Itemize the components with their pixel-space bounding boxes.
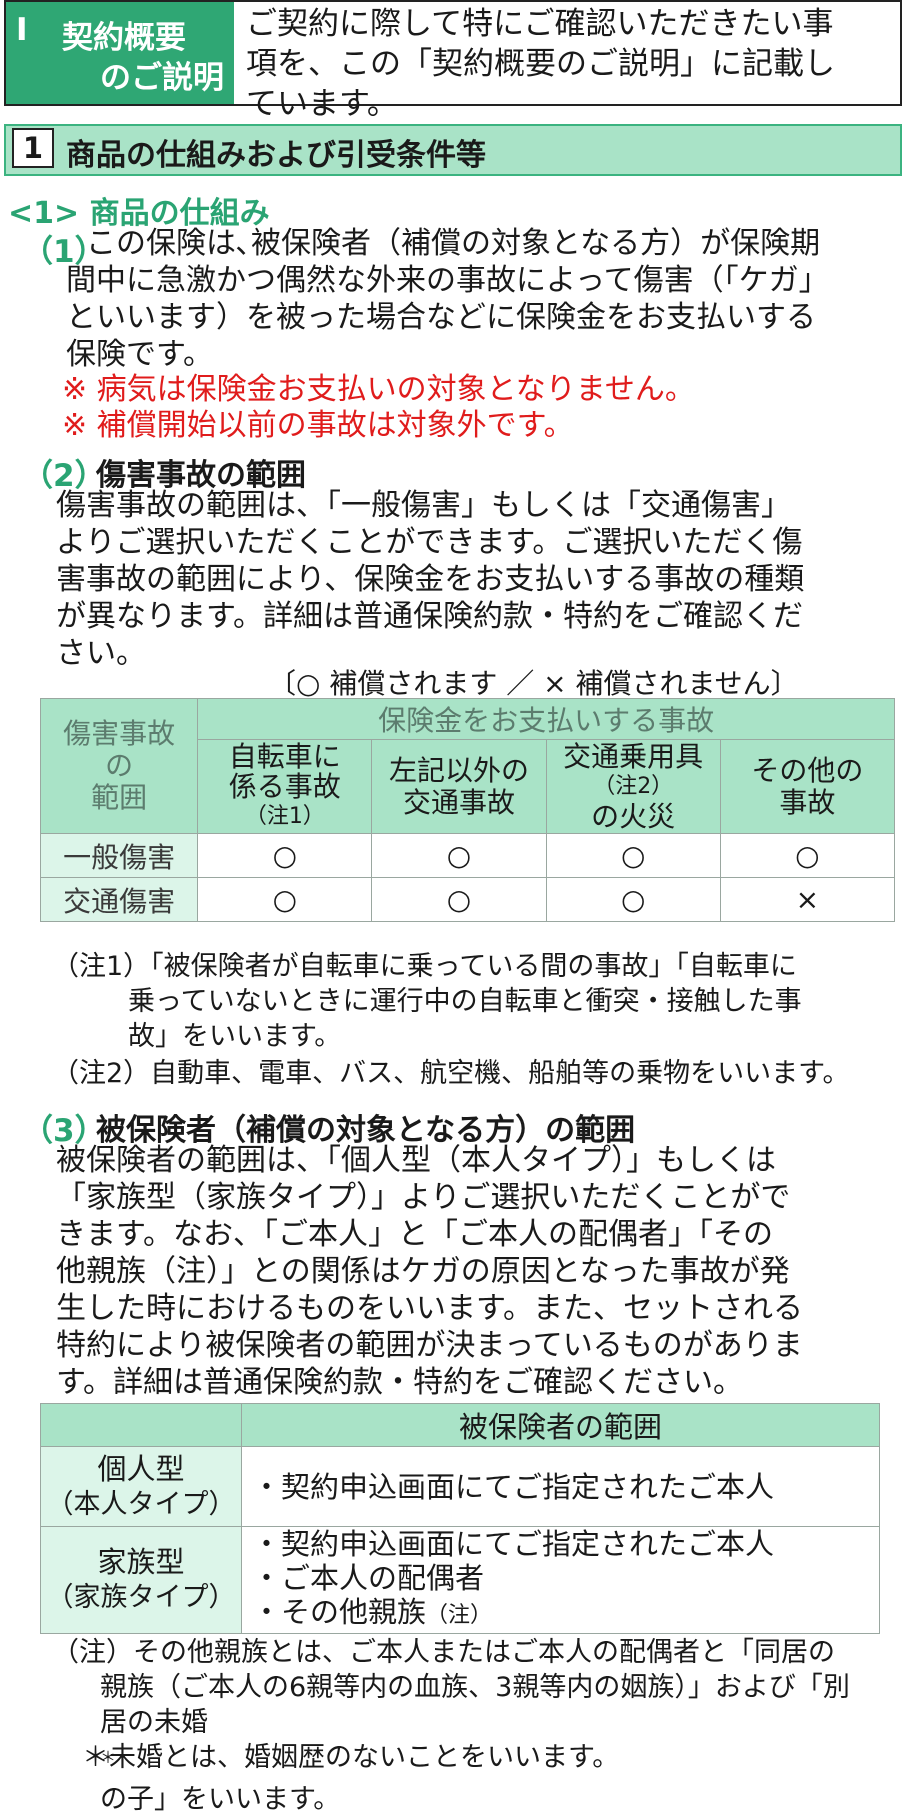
footnote-line: 故」をいいます。 — [128, 1021, 342, 1052]
column-header: 交通乗用具 （注2） の火災 — [545, 739, 721, 834]
group-header: 保険金をお支払いする事故 — [197, 698, 895, 740]
paragraph-line: この保険は､被保険者（補償の対象となる方）が保険期 — [86, 226, 821, 261]
corner-line: の — [105, 749, 134, 782]
table-row: 個人型 （本人タイプ） ・契約申込画面にてご指定されたご本人 — [40, 1446, 880, 1527]
item1-paragraph: この保険は､被保険者（補償の対象となる方）が保険期 間中に急激かつ偶然な外来の事… — [66, 225, 904, 373]
paragraph-line: といいます）を被った場合などに保険金をお支払いする — [66, 300, 816, 335]
row-header-name: 家族型 — [97, 1545, 185, 1579]
column-header: その他の 事故 — [719, 739, 896, 834]
paragraph-line: 「家族型（家族タイプ）」よりご選択いただくことがで — [56, 1180, 791, 1215]
row-header: 一般傷害 — [39, 833, 199, 878]
table-corner-header — [40, 1403, 242, 1447]
footnote-line: （注）その他親族とは、ご本人またはご本人の配偶者と「同居の — [52, 1637, 835, 1668]
paragraph-line: きます。なお、「ご本人」と「ご本人の配偶者」「その — [56, 1217, 773, 1252]
column-header: 左記以外の 交通事故 — [371, 739, 547, 834]
row-header-name: 個人型 — [97, 1451, 185, 1486]
paragraph-line: 間中に急激かつ偶然な外来の事故によって傷害（｢ケガ｣ — [66, 263, 814, 298]
footnote-relatives: （注）その他親族とは、ご本人またはご本人の配偶者と「同居の 親族（ご本人の6親等… — [52, 1635, 910, 1817]
section-title: 商品の仕組みおよび引受条件等 — [66, 138, 486, 173]
table-cell: ・契約申込画面にてご指定されたご本人 — [241, 1446, 880, 1527]
item2-paragraph: 傷害事故の範囲は、「一般傷害」もしくは「交通傷害」 よりご選択いただくことができ… — [56, 487, 906, 672]
paragraph-line: 害事故の範囲により、保険金をお支払いする事故の種類 — [56, 562, 805, 597]
table-row: 家族型 （家族タイプ） ・契約申込画面にてご指定されたご本人 ・ご本人の配偶者 … — [40, 1526, 880, 1634]
row-header-sub: （本人タイプ） — [46, 1488, 236, 1520]
paragraph-line: 他親族（注）」との関係はケガの原因となった事故が発 — [56, 1254, 790, 1289]
section-number: 1 — [12, 128, 54, 168]
intro-label-line1: 契約概要 — [62, 20, 186, 56]
column-header-line: 左記以外の — [388, 753, 529, 787]
item3-paragraph: 被保険者の範囲は、「個人型（本人タイプ）」もしくは 「家族型（家族タイプ）」より… — [56, 1142, 906, 1401]
table-cell: ○ — [371, 877, 547, 922]
column-header-note: （注2） — [593, 773, 674, 799]
table-cell: ○ — [719, 833, 896, 878]
bullet-item: ・ご本人の配偶者 — [252, 1561, 485, 1595]
intro-label-line2: のご説明 — [100, 60, 224, 96]
column-header-line: 交通事故 — [402, 785, 515, 819]
intro-line: ています。 — [246, 86, 398, 122]
corner-line: 傷害事故 — [63, 717, 176, 750]
table-cell: ・契約申込画面にてご指定されたご本人 ・ご本人の配偶者 ・その他親族（注） — [241, 1526, 880, 1634]
footnote-line: 親族（ご本人の6親等内の血族、3親等内の姻族）」および「別 — [100, 1672, 850, 1703]
corner-line: 範囲 — [91, 781, 148, 814]
row-header: 家族型 （家族タイプ） — [40, 1526, 242, 1634]
accident-scope-table: 傷害事故 の 範囲 保険金をお支払いする事故 自転車に 係る事故 （注1） 左記… — [39, 698, 896, 922]
table-corner-header: 傷害事故 の 範囲 — [39, 698, 199, 834]
intro-label-number: Ⅰ — [16, 12, 28, 48]
footnote-text: の子」をいいます。 — [100, 1784, 341, 1815]
intro-line: ご契約に際して特にご確認いただきたい事 — [246, 6, 834, 42]
bullet-item: ・契約申込画面にてご指定されたご本人 — [252, 1527, 775, 1561]
row-header-sub: （家族タイプ） — [46, 1582, 236, 1613]
footnote-1: （注1）「被保険者が自転車に乗っている間の事故」「自転車に 乗っていないときに運… — [52, 949, 902, 1054]
table-cell: ○ — [371, 833, 547, 878]
footnote-unmarried: ＊未婚とは、婚姻歴のないことをいいます。 — [82, 1742, 620, 1773]
table-row: 交通傷害 ○ ○ ○ × — [39, 877, 896, 922]
bullet-text: ・その他親族 — [252, 1595, 427, 1629]
intro-line: 項を、この「契約概要のご説明」に記載し — [246, 46, 835, 82]
footnote-line: （注1）「被保険者が自転車に乗っている間の事故」「自転車に — [52, 951, 797, 982]
table-cell: ○ — [545, 877, 721, 922]
bullet-note: （注） — [426, 1603, 493, 1628]
table-cell: ○ — [197, 877, 373, 922]
footnote-2: （注2）自動車、電車、バス、航空機、船舶等の乗物をいいます。 — [52, 1058, 850, 1089]
row-header: 個人型 （本人タイプ） — [40, 1446, 242, 1527]
column-header-line: 事故 — [779, 785, 836, 819]
intro-text: ご契約に際して特にご確認いただきたい事 項を、この「契約概要のご説明」に記載し … — [246, 4, 896, 124]
paragraph-line: 被保険者の範囲は、「個人型（本人タイプ）」もしくは — [56, 1143, 776, 1178]
column-header-line: の火災 — [591, 799, 676, 833]
column-header: 自転車に 係る事故 （注1） — [197, 739, 373, 834]
bullet-item: ・その他親族（注） — [252, 1595, 879, 1633]
intro-label: Ⅰ 契約概要 のご説明 — [6, 2, 234, 104]
paragraph-line: す。詳細は普通保険約款・特約をご確認ください。 — [56, 1365, 743, 1400]
paragraph-line: 生した時におけるものをいいます。また、セットされる — [56, 1291, 803, 1326]
table-legend: 〔○ 補償されます ／ × 補償されません〕 — [268, 667, 799, 700]
red-warning: ※ 補償開始以前の事故は対象外です。 — [62, 408, 574, 443]
column-header-line: 係る事故 — [228, 769, 341, 803]
paragraph-line: よりご選択いただくことができます。ご選択いただく傷 — [56, 525, 803, 560]
column-header: 被保険者の範囲 — [241, 1403, 880, 1447]
bullet-item: ・契約申込画面にてご指定されたご本人 — [252, 1469, 775, 1504]
paragraph-line: 特約により被保険者の範囲が決まっているものがありま — [56, 1328, 803, 1363]
column-header-line: 自転車に — [228, 739, 341, 773]
row-header: 交通傷害 — [39, 877, 199, 922]
table-cell: ○ — [197, 833, 373, 878]
table-row: 一般傷害 ○ ○ ○ ○ — [39, 833, 896, 878]
footnote-line: 乗っていないときに運行中の自転車と衝突・接触した事 — [128, 986, 802, 1017]
column-header-line: その他の — [751, 753, 864, 787]
column-header-line: 交通乗用具 — [563, 739, 704, 773]
table-cell: ○ — [545, 833, 721, 878]
column-header-note: （注1） — [244, 803, 325, 829]
insured-scope-table: 被保険者の範囲 個人型 （本人タイプ） ・契約申込画面にてご指定されたご本人 家… — [40, 1403, 880, 1634]
footnote-text: 居の未婚 — [100, 1707, 208, 1738]
paragraph-line: 傷害事故の範囲は、「一般傷害」もしくは「交通傷害」 — [56, 488, 791, 523]
paragraph-line: が異なります。詳細は普通保険約款・特約をご確認くだ — [56, 599, 803, 634]
table-cell: × — [719, 877, 896, 922]
